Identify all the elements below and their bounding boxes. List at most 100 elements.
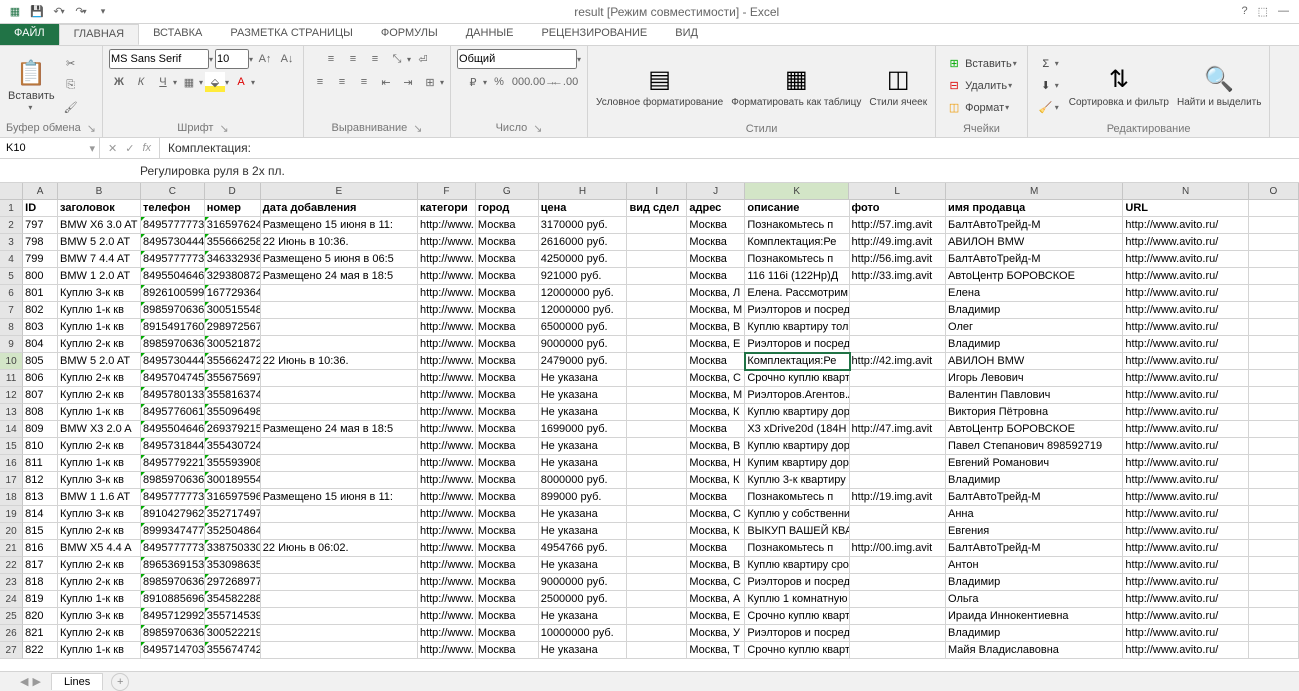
- cell[interactable]: 799: [23, 251, 58, 268]
- format-cell-button[interactable]: ◫Формат▾: [942, 99, 1021, 117]
- cell[interactable]: [850, 336, 946, 353]
- cell[interactable]: [850, 370, 946, 387]
- cell[interactable]: [1249, 336, 1299, 353]
- cell[interactable]: http://www.: [418, 370, 476, 387]
- cell[interactable]: [627, 489, 687, 506]
- cell[interactable]: Размещено 5 июня в 06:5: [261, 251, 418, 268]
- align-mid-icon[interactable]: ≡: [343, 49, 363, 69]
- cell[interactable]: 300189554: [205, 472, 261, 489]
- cell[interactable]: 84957777733: [141, 540, 205, 557]
- cell[interactable]: 806: [23, 370, 58, 387]
- cell[interactable]: 355593908: [205, 455, 261, 472]
- cell[interactable]: Москва: [687, 251, 745, 268]
- cell[interactable]: [261, 523, 418, 540]
- cell[interactable]: [627, 217, 687, 234]
- cell[interactable]: http://www.: [418, 268, 476, 285]
- cell[interactable]: [1249, 234, 1299, 251]
- cell[interactable]: Москва: [476, 625, 539, 642]
- cell[interactable]: [261, 574, 418, 591]
- cell[interactable]: Майя Владиславовна: [946, 642, 1123, 659]
- cell[interactable]: Москва, А: [687, 591, 745, 608]
- cell[interactable]: [261, 336, 418, 353]
- cell[interactable]: 89154917604: [141, 319, 205, 336]
- cell[interactable]: Москва: [687, 234, 745, 251]
- cell[interactable]: Москва: [476, 489, 539, 506]
- sheet-prev-icon[interactable]: ◀: [20, 675, 28, 688]
- cell[interactable]: 89859706363: [141, 336, 205, 353]
- cell[interactable]: Москва: [476, 217, 539, 234]
- cell[interactable]: Комплектация:Ре: [745, 234, 849, 251]
- fx-icon[interactable]: fx: [142, 142, 151, 154]
- cell[interactable]: http://www.: [418, 251, 476, 268]
- cell[interactable]: http://00.img.avit: [850, 540, 946, 557]
- col-header[interactable]: B: [58, 183, 141, 199]
- cell[interactable]: 352504864: [205, 523, 261, 540]
- cell[interactable]: Москва: [476, 557, 539, 574]
- cell[interactable]: [627, 438, 687, 455]
- cell[interactable]: 801: [23, 285, 58, 302]
- cell[interactable]: Куплю 3-к квартиру в районе ста: [745, 472, 849, 489]
- cell[interactable]: 84957147037: [141, 642, 205, 659]
- cell[interactable]: 269379215: [205, 421, 261, 438]
- cell[interactable]: Москва, Л: [687, 285, 745, 302]
- header-cell[interactable]: дата добавления: [261, 200, 418, 217]
- cell[interactable]: ВЫКУП ВАШЕЙ КВАРТИРЫ ЗА 2 .: [745, 523, 849, 540]
- redo-icon[interactable]: ↷▾: [72, 3, 90, 21]
- cell[interactable]: BMW 5 2.0 AT: [58, 353, 141, 370]
- cell[interactable]: 797: [23, 217, 58, 234]
- cell[interactable]: Срочно куплю квартируБез поср: [745, 608, 849, 625]
- cell-styles-button[interactable]: ◫Стили ячеек: [867, 61, 929, 110]
- cell[interactable]: Москва, С: [687, 574, 745, 591]
- cell[interactable]: http://www.avito.ru/: [1123, 489, 1248, 506]
- cell[interactable]: 9000000 руб.: [539, 574, 628, 591]
- cell[interactable]: http://www.: [418, 506, 476, 523]
- cell[interactable]: 22 Июнь в 10:36.: [261, 234, 418, 251]
- cell[interactable]: Не указана: [539, 387, 628, 404]
- grow-font-icon[interactable]: A↑: [255, 49, 275, 69]
- header-cell[interactable]: категори: [418, 200, 476, 217]
- cell[interactable]: [1249, 251, 1299, 268]
- wrap-text-icon[interactable]: ⏎: [413, 49, 433, 69]
- cell[interactable]: [627, 404, 687, 421]
- tab-file[interactable]: ФАЙЛ: [0, 24, 59, 45]
- cell[interactable]: 355816374: [205, 387, 261, 404]
- cell[interactable]: [1249, 268, 1299, 285]
- align-right-icon[interactable]: ≡: [354, 72, 374, 92]
- cell[interactable]: 800: [23, 268, 58, 285]
- cell[interactable]: Москва, Т: [687, 642, 745, 659]
- row-header[interactable]: 24: [0, 591, 23, 608]
- row-header[interactable]: 26: [0, 625, 23, 642]
- cell[interactable]: Москва: [476, 268, 539, 285]
- cell[interactable]: 89859706363: [141, 574, 205, 591]
- header-cell[interactable]: номер: [205, 200, 261, 217]
- cell[interactable]: BMW 1 1.6 AT: [58, 489, 141, 506]
- cell[interactable]: [850, 455, 946, 472]
- cell[interactable]: БалтАвтоТрейд-М: [946, 251, 1123, 268]
- col-header[interactable]: N: [1123, 183, 1248, 199]
- cell[interactable]: 807: [23, 387, 58, 404]
- col-header[interactable]: F: [418, 183, 476, 199]
- cell[interactable]: 10000000 руб.: [539, 625, 628, 642]
- cell[interactable]: http://www.: [418, 285, 476, 302]
- cell[interactable]: [261, 591, 418, 608]
- cell[interactable]: http://www.avito.ru/: [1123, 353, 1248, 370]
- cell[interactable]: Москва: [476, 302, 539, 319]
- cell[interactable]: 89261005993: [141, 285, 205, 302]
- cell[interactable]: Куплю 1 комнатную квартиру в ч: [745, 591, 849, 608]
- col-header[interactable]: C: [141, 183, 205, 199]
- cell[interactable]: http://www.: [418, 642, 476, 659]
- cell[interactable]: Игорь Левович: [946, 370, 1123, 387]
- cell[interactable]: [627, 370, 687, 387]
- format-painter-icon[interactable]: 🖌: [61, 97, 81, 117]
- cell[interactable]: [1249, 319, 1299, 336]
- cell[interactable]: Купим квартиру дорого.Только с: [745, 455, 849, 472]
- cell[interactable]: Москва: [476, 404, 539, 421]
- row-header[interactable]: 23: [0, 574, 23, 591]
- col-header[interactable]: O: [1249, 183, 1299, 199]
- cell[interactable]: [850, 472, 946, 489]
- cell[interactable]: Куплю 1-к кв: [58, 591, 141, 608]
- cell[interactable]: Москва: [476, 642, 539, 659]
- col-header[interactable]: A: [23, 183, 58, 199]
- cell[interactable]: Не указана: [539, 506, 628, 523]
- cell[interactable]: Москва, К: [687, 523, 745, 540]
